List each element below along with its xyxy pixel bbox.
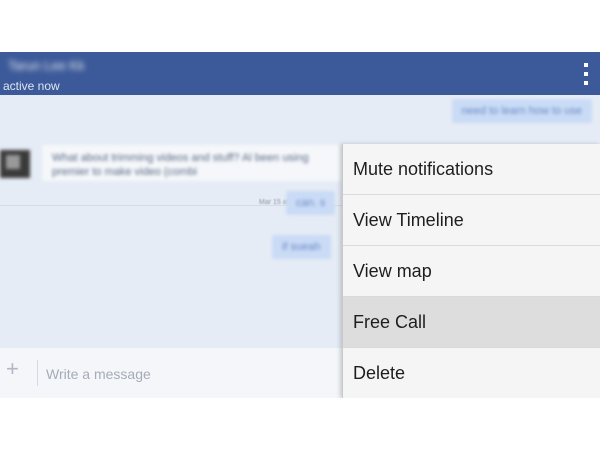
overflow-menu-button[interactable] <box>578 60 594 88</box>
menu-item-mute-notifications[interactable]: Mute notifications <box>343 144 600 195</box>
menu-item-view-map[interactable]: View map <box>343 246 600 297</box>
contact-name[interactable]: Tarun Lee Kk <box>8 58 118 73</box>
incoming-message[interactable]: What about trimming videos and stuff? Al… <box>42 145 342 181</box>
outgoing-message[interactable]: need to learn how to use <box>451 99 592 123</box>
outgoing-message[interactable]: can. s <box>286 191 336 215</box>
menu-item-delete[interactable]: Delete <box>343 348 600 398</box>
outgoing-message[interactable]: if sueah <box>272 235 331 259</box>
composer-divider <box>37 360 38 386</box>
menu-item-free-call[interactable]: Free Call <box>343 297 600 348</box>
messenger-screen: Tarun Lee Kk active now need to learn ho… <box>0 52 600 398</box>
menu-item-view-timeline[interactable]: View Timeline <box>343 195 600 246</box>
overflow-menu: Mute notifications View Timeline View ma… <box>342 144 600 398</box>
message-input[interactable] <box>44 360 328 388</box>
conversation-header: Tarun Lee Kk active now <box>0 52 600 95</box>
more-vertical-icon <box>584 62 588 67</box>
presence-status: active now <box>3 79 60 93</box>
avatar[interactable] <box>0 150 30 178</box>
plus-icon[interactable]: + <box>6 356 19 382</box>
